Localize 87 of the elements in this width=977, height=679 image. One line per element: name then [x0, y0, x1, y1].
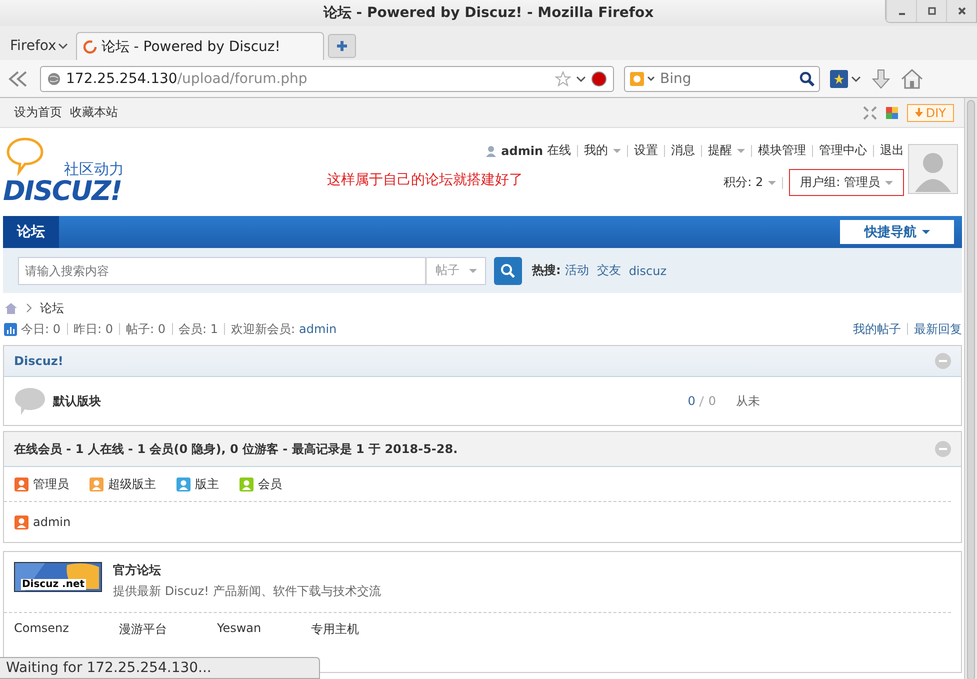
thread-count: 0 — [688, 394, 696, 408]
breadcrumb-link[interactable]: 论坛 — [40, 300, 64, 316]
legend-label: 管理员 — [33, 476, 69, 492]
forum-icon — [13, 386, 47, 416]
hot-search-link[interactable]: 活动 — [564, 262, 589, 279]
last-post: 从未 — [736, 392, 761, 410]
stat-text: 帖子: 0 — [126, 320, 166, 338]
user-menu-link[interactable]: 我的 — [584, 142, 621, 159]
browser-tab[interactable]: 论坛 - Powered by Discuz! — [76, 32, 324, 60]
search-field[interactable]: Bing — [624, 66, 820, 92]
plus-icon — [336, 40, 348, 52]
star-icon[interactable] — [555, 70, 571, 86]
home-icon[interactable] — [900, 68, 924, 90]
top-link[interactable]: 收藏本站 — [70, 104, 118, 121]
logo-text: DISCUZ! — [3, 176, 122, 207]
thread-link[interactable]: 我的帖子 — [853, 320, 901, 338]
friend-link[interactable]: 漫游平台 — [118, 621, 167, 638]
dropdown-caret-icon[interactable] — [737, 148, 745, 153]
user-menu-link[interactable]: 提醒 — [708, 142, 745, 159]
top-link[interactable]: 设为首页 — [14, 104, 62, 121]
legend-label: 会员 — [258, 476, 282, 492]
palette-icon[interactable] — [884, 106, 899, 120]
category-title: Discuz! — [14, 354, 64, 368]
user-menu-link[interactable]: 模块管理 — [758, 142, 806, 159]
speech-bubble-icon — [5, 136, 45, 176]
member-link[interactable]: admin — [299, 322, 337, 336]
user-menu-link[interactable]: 退出 — [880, 142, 904, 159]
search-icon — [500, 262, 516, 278]
search-field[interactable]: 请输入搜索内容 — [18, 256, 426, 284]
friend-link[interactable]: Yeswan — [216, 621, 262, 638]
minimize-icon — [898, 13, 904, 15]
collapse-icon[interactable] — [862, 106, 877, 120]
online-title: 在线会员 - 1 人在线 - 1 会员(0 隐身), 0 位游客 - 最高记录是 1 于 2018-5-28. — [14, 440, 458, 458]
legend-label: 超级版主 — [108, 476, 156, 492]
search-button[interactable] — [494, 256, 522, 284]
new-tab-button[interactable] — [328, 34, 356, 58]
featured-link-title[interactable]: 官方论坛 — [113, 562, 381, 579]
stop-icon[interactable] — [591, 70, 607, 86]
forum-name[interactable]: 默认版块 — [53, 392, 101, 410]
home-icon[interactable] — [4, 302, 18, 314]
discuz-net-logo[interactable]: Discuz .net — [14, 562, 102, 592]
welcome-text: 欢迎新会员: — [231, 320, 296, 338]
stat-text: 昨日: 0 — [74, 320, 113, 338]
stat-text: 会员: 1 — [178, 320, 218, 338]
download-icon[interactable] — [870, 68, 892, 90]
user-icon — [485, 144, 498, 156]
chart-icon — [4, 322, 17, 336]
nav-tab[interactable]: 论坛 — [3, 216, 59, 248]
user-menu-link[interactable]: 消息 — [671, 142, 695, 159]
firefox-menu-button[interactable]: Firefox — [6, 38, 72, 60]
hot-search-link[interactable]: 交友 — [596, 262, 621, 279]
search-icon[interactable] — [799, 70, 815, 86]
close-icon — [956, 6, 966, 16]
usergroup-link[interactable]: 用户组: 管理员 — [789, 169, 904, 196]
hot-search-label: 热搜: — [532, 262, 561, 279]
window-title: 论坛 - Powered by Discuz! - Mozilla Firefox — [323, 4, 654, 22]
maximize-icon — [926, 6, 936, 16]
legend-label: 版主 — [195, 476, 219, 492]
annotation: 这样属于自己的论坛就搭建好了 — [327, 171, 523, 189]
scrollbar[interactable] — [964, 98, 977, 679]
friend-link[interactable]: Comsenz — [14, 621, 69, 638]
user-menu-link[interactable]: 设置 — [634, 142, 658, 159]
stat-text: 今日: 0 — [21, 320, 60, 338]
chevron-icon — [25, 303, 33, 313]
featured-link-description: 提供最新 Discuz! 产品新闻、软件下载与技术交流 — [113, 583, 381, 600]
dropdown-icon — [58, 42, 68, 50]
thread-link[interactable]: 最新回复 — [914, 320, 962, 338]
bookmarks-icon[interactable] — [828, 68, 862, 90]
online-user-link[interactable]: admin — [33, 515, 71, 529]
logo-slogan: 社区动力 — [64, 160, 124, 179]
globe-icon — [47, 72, 61, 86]
loading-icon — [83, 40, 98, 54]
quick-nav-button[interactable]: 快捷导航 — [840, 220, 954, 244]
post-count: 0 — [708, 394, 716, 408]
username-link[interactable]: admin — [501, 144, 543, 158]
search-engine-icon[interactable] — [629, 70, 655, 86]
dropdown-icon[interactable] — [576, 74, 586, 82]
avatar[interactable] — [908, 144, 958, 194]
user-menu-link[interactable]: 管理中心 — [819, 142, 867, 159]
credits-link[interactable]: 积分: 2 — [724, 174, 776, 191]
hot-search-link[interactable]: discuz — [628, 264, 667, 278]
download-arrow-icon — [914, 108, 923, 117]
friend-link[interactable]: 专用主机 — [311, 621, 360, 638]
status-bar: Waiting for 172.25.254.130... — [0, 657, 320, 679]
online-status: 在线 — [547, 142, 571, 159]
address-bar[interactable]: 172.25.254.130/upload/forum.php — [40, 66, 614, 92]
dropdown-caret-icon[interactable] — [613, 148, 621, 153]
